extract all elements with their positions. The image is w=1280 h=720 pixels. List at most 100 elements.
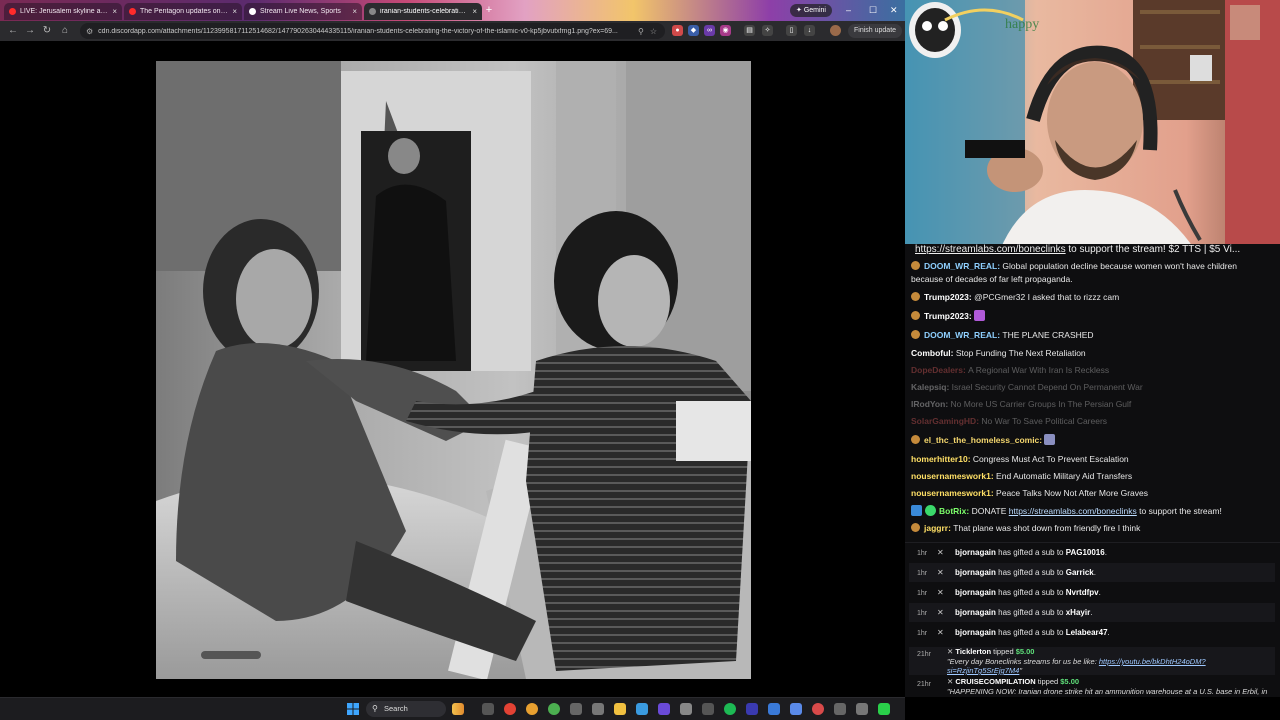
tip-header: ✕ Ticklerton tipped $5.00 [947, 647, 1034, 656]
tipper-name[interactable]: CRUISECOMPILATION [955, 677, 1035, 686]
chat-username[interactable]: DOOM_WR_REAL [924, 261, 997, 271]
new-tab-button[interactable]: + [483, 4, 495, 16]
chat-username[interactable]: nousernameswork1 [911, 471, 991, 481]
extension-icon[interactable]: ◆ [688, 25, 699, 36]
extension-icon[interactable]: ◉ [720, 25, 731, 36]
chrome-icon[interactable] [526, 703, 538, 715]
gift-target[interactable]: Nvrtdfpv [1066, 588, 1099, 597]
chat-username[interactable]: Comboful [911, 348, 951, 358]
tipper-name[interactable]: Ticklerton [955, 647, 991, 656]
chat-message: DopeDealers: A Regional War With Iran Is… [911, 364, 1273, 377]
chat-username[interactable]: Trump2023 [924, 292, 969, 302]
tab-jerusalem[interactable]: LIVE: Jerusalem skyline as Iran × [4, 3, 122, 20]
gemini-button[interactable]: ✦ Gemini [790, 4, 832, 17]
close-window-icon[interactable]: ✕ [890, 5, 898, 16]
gift-end: . [1107, 628, 1110, 637]
sidebar-icon[interactable]: ▯ [786, 25, 797, 36]
chat-username[interactable]: el_thc_the_homeless_comic [924, 435, 1039, 445]
app-icon[interactable] [812, 703, 824, 715]
download-icon[interactable]: ↓ [804, 25, 815, 36]
avatar[interactable] [830, 25, 841, 36]
chat-username[interactable]: jaggrr [924, 523, 948, 533]
chat-username[interactable]: Trump2023 [924, 311, 969, 321]
back-icon[interactable]: ← [6, 24, 20, 38]
chat-text: No More US Carrier Groups In The Persian… [950, 399, 1132, 409]
puzzle-icon[interactable]: ✧ [762, 25, 773, 36]
forward-icon[interactable]: → [23, 24, 37, 38]
app-icon[interactable] [834, 703, 846, 715]
app-icon[interactable] [768, 703, 780, 715]
chat-text: to support the stream! [1136, 506, 1222, 516]
chat-message: Trump2023: @PCGmer32 I asked that to riz… [911, 291, 1273, 304]
gift-target[interactable]: xHayir [1066, 608, 1090, 617]
finish-update-button[interactable]: Finish update [848, 24, 903, 38]
app-icon[interactable] [680, 703, 692, 715]
app-icon[interactable] [658, 703, 670, 715]
windows-start-icon[interactable] [347, 703, 359, 715]
chat-message: because of decades of far left propagand… [911, 273, 1273, 286]
app-icon[interactable] [856, 703, 868, 715]
gift-target[interactable]: PAG10016 [1066, 548, 1105, 557]
tab-stream-live[interactable]: Stream Live News, Sports × [244, 3, 362, 20]
reload-icon[interactable]: ↻ [40, 24, 54, 38]
chat-username[interactable]: DopeDealers [911, 365, 963, 375]
tip-time: 21hr [917, 681, 932, 688]
maximize-icon[interactable]: ☐ [869, 5, 877, 16]
historical-photo[interactable] [156, 61, 751, 679]
app-icon[interactable] [746, 703, 758, 715]
spotify-icon[interactable] [724, 703, 736, 715]
site-info-icon[interactable]: ⚙ [86, 27, 93, 36]
gifter-name[interactable]: bjornagain [955, 588, 996, 597]
widget-icon[interactable] [452, 703, 464, 715]
chat-username[interactable]: BotRix [939, 506, 966, 516]
tab-iranian-students[interactable]: iranian-students-celebrating-tl × [364, 3, 482, 20]
zoom-icon[interactable]: ⚲ [638, 27, 644, 36]
url-bar[interactable]: ⚙ ⚲ ☆ [80, 23, 665, 39]
tip-message: "HAPPENING NOW: Iranian drone strike hit… [947, 687, 1275, 697]
gifter-name[interactable]: bjornagain [955, 568, 996, 577]
extension-icon[interactable]: ● [672, 25, 683, 36]
app-icon[interactable] [878, 703, 890, 715]
chat-username[interactable]: SolarGamingHD [911, 416, 976, 426]
task-view-icon[interactable] [482, 703, 494, 715]
app-icon[interactable] [702, 703, 714, 715]
url-input[interactable] [98, 27, 632, 35]
gifter-name[interactable]: bjornagain [955, 628, 996, 637]
bookmark-star-icon[interactable]: ☆ [650, 27, 657, 36]
close-icon[interactable]: × [112, 7, 117, 16]
minimize-icon[interactable]: – [846, 5, 851, 15]
gift-target[interactable]: Lelabear47 [1066, 628, 1108, 637]
close-icon[interactable]: × [232, 7, 237, 16]
tab-label: LIVE: Jerusalem skyline as Iran [20, 8, 110, 15]
chat-text: THE PLANE CRASHED [1002, 330, 1094, 340]
app-icon[interactable] [570, 703, 582, 715]
chat-message: DOOM_WR_REAL: THE PLANE CRASHED [911, 329, 1273, 342]
home-icon[interactable]: ⌂ [58, 24, 72, 38]
telegram-icon[interactable] [636, 703, 648, 715]
app-icon[interactable] [790, 703, 802, 715]
chat-username[interactable]: nousernameswork1 [911, 488, 991, 498]
extension-icon[interactable]: ▤ [744, 25, 755, 36]
chrome-icon[interactable] [548, 703, 560, 715]
youtube-icon [129, 8, 136, 15]
chat-username[interactable]: Kalepsiq [911, 382, 946, 392]
close-icon[interactable]: × [352, 7, 357, 16]
gift-row: 1hr ✕ bjornagain has gifted a sub to xHayi… [909, 603, 1275, 622]
gifter-name[interactable]: bjornagain [955, 548, 996, 557]
app-icon[interactable] [504, 703, 516, 715]
chat-username[interactable]: DOOM_WR_REAL [924, 330, 997, 340]
streamlabs-link[interactable]: https://streamlabs.com/bonec​links [915, 244, 1066, 255]
app-icon[interactable] [592, 703, 604, 715]
gifter-name[interactable]: bjornagain [955, 608, 996, 617]
chat-text: Congress Must Act To Prevent Escalation [972, 454, 1129, 464]
tip-header: ✕ CRUISECOMPILATION tipped $5.00 [947, 677, 1079, 686]
chat-link[interactable]: https://streamlabs.com/bonec​links [1009, 506, 1137, 516]
chat-username[interactable]: IRodYon [911, 399, 945, 409]
close-icon[interactable]: × [472, 7, 477, 16]
gift-target[interactable]: Garrick [1066, 568, 1094, 577]
taskbar-search[interactable]: ⚲ Search [366, 701, 446, 717]
folder-icon[interactable] [614, 703, 626, 715]
chat-username[interactable]: homerhitter10 [911, 454, 968, 464]
extension-icon[interactable]: ∞ [704, 25, 715, 36]
tab-pentagon[interactable]: The Pentagon updates on mili × [124, 3, 242, 20]
